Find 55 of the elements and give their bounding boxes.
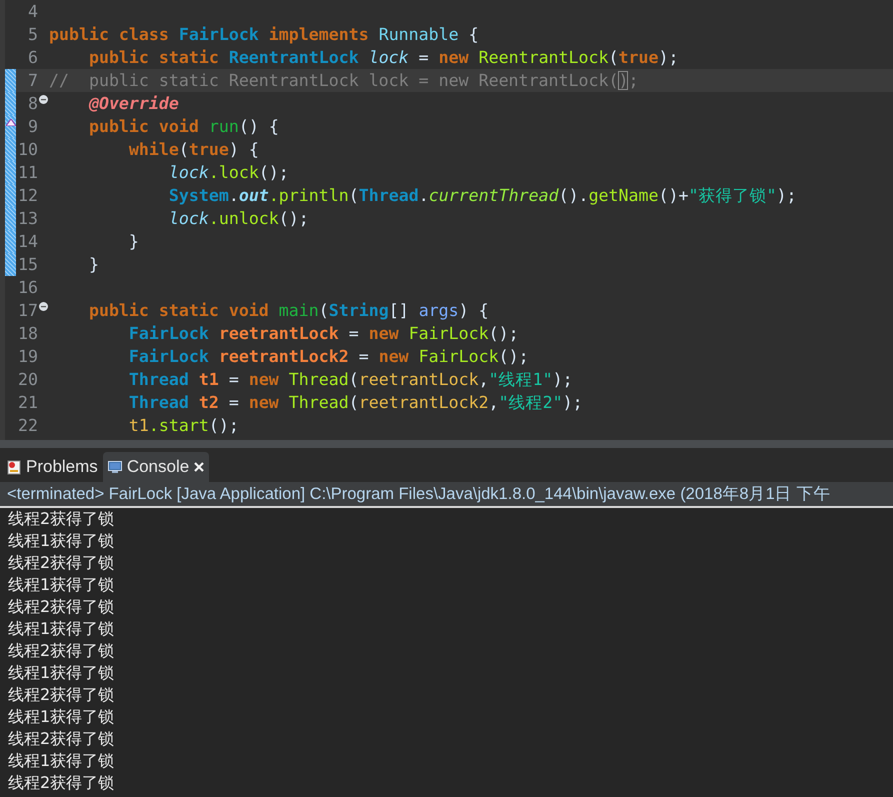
code-line: while(true) { [128,139,259,161]
code-line: // public static ReentrantLock lock = new ReentrantLock(); [49,70,638,92]
console-output-line: 线程2获得了锁 [8,640,114,662]
console-header: <terminated> FairLock [Java Application] C:\Program Files\Java\jdk1.8.0_144\bin\javaw.exe (2018年8月1日 下午 [7,484,830,505]
code-line: } [128,231,139,253]
console-output-line: 线程1获得了锁 [8,574,114,596]
console-output-line: 线程1获得了锁 [8,662,114,684]
problems-icon [7,460,21,474]
code-line: public static ReentrantLock lock = new ReentrantLock(true); [88,47,678,69]
line-number: 8 [27,93,38,115]
code-line: FairLock reetrantLock = new FairLock(); [128,323,519,345]
line-number: 13 [17,208,38,230]
code-line: public static void main(String[] args) { [88,300,489,322]
line-number: 9 [27,116,38,138]
code-line: Thread t2 = new Thread(reetrantLock2,"线程2"); [128,392,583,414]
console-output-line: 线程1获得了锁 [8,706,114,728]
console-output-line: 线程2获得了锁 [8,684,114,706]
line-number: 22 [17,415,38,437]
code-line: t1.start(); [128,415,239,437]
code-line: @Override [88,93,179,115]
code-line: Thread t1 = new Thread(reetrantLock,"线程1"); [128,369,573,391]
console-output-line: 线程2获得了锁 [8,508,114,530]
line-number: 14 [17,231,38,253]
monitor-icon [108,460,122,474]
code-line: FairLock reetrantLock2 = new FairLock(); [128,346,529,368]
code-line: lock.unlock(); [168,208,309,230]
console-output-line: 线程2获得了锁 [8,728,114,750]
line-number: 6 [27,47,38,69]
code-line: System.out.println(Thread.currentThread().getName()+"获得了锁"); [168,185,796,207]
line-number: 18 [17,323,38,345]
code-line: public class FairLock implements Runnable { [49,24,479,46]
console-output-line: 线程1获得了锁 [8,618,114,640]
console-output-line: 线程2获得了锁 [8,772,114,794]
code-line: lock.lock(); [168,162,289,184]
code-line: } [88,254,99,276]
console-output-line: 线程2获得了锁 [8,596,114,618]
line-number: 19 [17,346,38,368]
line-number: 17 [17,300,38,322]
close-icon[interactable] [194,462,204,472]
line-number: 10 [17,139,38,161]
console-output-line: 线程2获得了锁 [8,552,114,574]
line-number: 5 [27,24,38,46]
line-number: 21 [17,392,38,414]
line-number: 20 [17,369,38,391]
console-output-line: 线程1获得了锁 [8,750,114,772]
line-number: 4 [27,1,38,23]
line-number: 12 [17,185,38,207]
line-number: 7 [27,70,38,92]
line-number: 16 [17,277,38,299]
line-number: 15 [17,254,38,276]
panel-tab[interactable]: Console [102,452,210,482]
code-line: public void run() { [88,116,279,138]
line-number: 11 [17,162,38,184]
console-output-line: 线程1获得了锁 [8,530,114,552]
panel-tab[interactable]: Problems [2,452,103,482]
